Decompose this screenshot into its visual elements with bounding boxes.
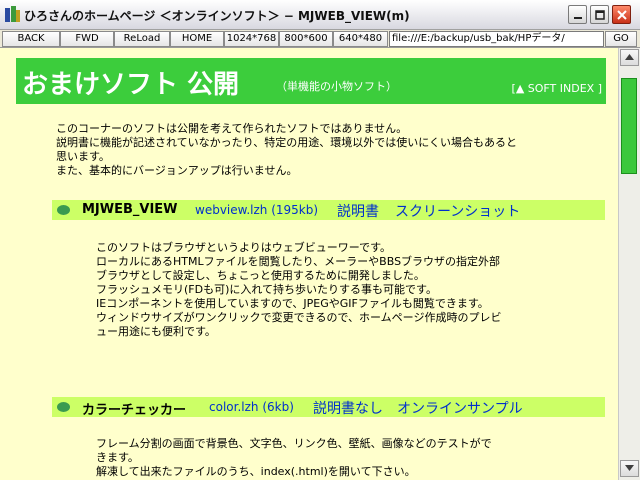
minimize-button[interactable] [568, 5, 587, 24]
intro-text: このコーナーのソフトは公開を考えて作られたソフトではありません。 説明書に機能が… [56, 122, 596, 178]
bullet-icon [57, 205, 70, 215]
reload-button[interactable]: ReLoad [114, 31, 170, 47]
vertical-scrollbar[interactable] [618, 48, 640, 480]
scroll-up-button[interactable] [620, 49, 639, 66]
section-header-color-checker: カラーチェッカー color.lzh (6kb) 説明書なし オンラインサンプル [52, 397, 605, 418]
desc-line: ウィンドウサイズがワンクリックで変更できるので、ホームページ作成時のプレビ [96, 311, 502, 324]
intro-line: 思います。 [56, 150, 110, 163]
url-field[interactable]: file:///E:/backup/usb_bak/HPデータ/ [389, 31, 604, 47]
title-bar[interactable]: ひろさんのホームページ ＜オンラインソフト＞ − MJWEB_VIEW(m) [0, 0, 640, 30]
app-icon [5, 6, 21, 24]
desc-line: フレーム分割の画面で背景色、文字色、リンク色、壁紙、画像などのテストがで [96, 437, 492, 450]
manual-link[interactable]: 説明書 [337, 201, 379, 221]
section-name: カラーチェッカー [82, 403, 187, 418]
home-button[interactable]: HOME [170, 31, 224, 47]
forward-button[interactable]: FWD [60, 31, 114, 47]
resolution-1024-button[interactable]: 1024*768 [224, 31, 279, 47]
desc-line: ュー用途にも便利です。 [96, 325, 216, 338]
minimize-icon [573, 16, 582, 19]
close-icon [616, 9, 627, 20]
manual-link[interactable]: 説明書なし [313, 398, 383, 418]
screenshot-link[interactable]: スクリーンショット [395, 201, 520, 221]
desc-line: フラッシュメモリ(FDも可)に入れて持ち歩いたりする事も可能です。 [96, 283, 437, 296]
section-description: フレーム分割の画面で背景色、文字色、リンク色、壁紙、画像などのテストがで きます… [96, 437, 536, 479]
section-header-mjweb-view: MJWEB_VIEW webview.lzh (195kb) 説明書 スクリーン… [52, 200, 605, 220]
desc-line: ブラウザとして設定し、ちょこっと使用するために開発しました。 [96, 269, 425, 282]
resolution-800-button[interactable]: 800*600 [279, 31, 333, 47]
maximize-icon [594, 9, 605, 20]
desc-line: 解凍して出来たファイルのうち、index(.html)を開いて下さい。 [96, 465, 416, 478]
page-subtitle: （単機能の小物ソフト） [276, 80, 397, 93]
back-button[interactable]: BACK [2, 31, 60, 47]
page-title: おまけソフト 公開 [22, 70, 240, 100]
close-button[interactable] [612, 5, 631, 24]
arrow-up-icon [625, 54, 634, 60]
resolution-640-button[interactable]: 640*480 [333, 31, 388, 47]
bullet-icon [57, 402, 70, 412]
arrow-down-icon [625, 465, 634, 471]
desc-line: きます。 [96, 451, 139, 464]
desc-line: IEコンポーネントを使用していますので、JPEGやGIFファイルも閲覧できます。 [96, 297, 489, 310]
window-title: ひろさんのホームページ ＜オンラインソフト＞ − MJWEB_VIEW(m) [24, 9, 410, 23]
scroll-down-button[interactable] [620, 460, 639, 477]
section-description: このソフトはブラウザというよりはウェブビューワーです。 ローカルにあるHTMLフ… [96, 241, 536, 339]
section-name: MJWEB_VIEW [82, 202, 178, 217]
download-link[interactable]: webview.lzh (195kb) [195, 203, 318, 217]
intro-line: また、基本的にバージョンアップは行いません。 [56, 164, 298, 177]
soft-index-link[interactable]: [▲ SOFT INDEX ] [512, 82, 602, 95]
intro-line: このコーナーのソフトは公開を考えて作られたソフトではありません。 [56, 122, 408, 135]
desc-line: ローカルにあるHTMLファイルを閲覧したり、メーラーやBBSブラウザの指定外部 [96, 255, 501, 268]
toolbar: BACK FWD ReLoad HOME 1024*768 800*600 64… [0, 30, 640, 48]
page-viewport: おまけソフト 公開 （単機能の小物ソフト） [▲ SOFT INDEX ] この… [0, 48, 618, 480]
go-button[interactable]: GO [605, 31, 637, 47]
download-link[interactable]: color.lzh (6kb) [209, 400, 294, 414]
online-sample-link[interactable]: オンラインサンプル [397, 398, 523, 418]
scroll-thumb[interactable] [621, 78, 637, 174]
page-header: おまけソフト 公開 （単機能の小物ソフト） [▲ SOFT INDEX ] [16, 58, 606, 104]
maximize-button[interactable] [590, 5, 609, 24]
intro-line: 説明書に機能が記述されていなかったり、特定の用途、環境以外では使いにくい場合もあ… [56, 136, 518, 149]
desc-line: このソフトはブラウザというよりはウェブビューワーです。 [96, 241, 392, 254]
